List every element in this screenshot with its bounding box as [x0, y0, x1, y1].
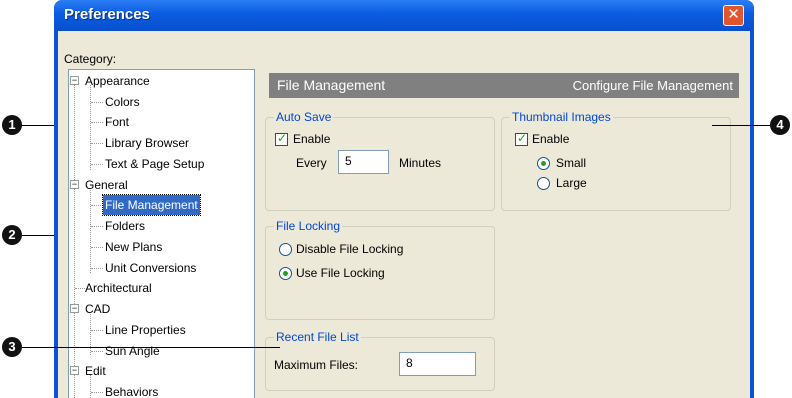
tree-connector: [91, 102, 103, 103]
tree-item-label: Folders: [105, 219, 146, 233]
panel-title: File Management: [277, 77, 386, 93]
tree-item-label: Font: [105, 115, 130, 129]
tree-item-label: Edit: [85, 364, 106, 378]
auto-save-group: Auto Save Enable Every 5 Minutes: [265, 110, 495, 211]
tree-item-font[interactable]: Font: [69, 112, 254, 132]
panel-subtitle: Configure File Management: [572, 78, 733, 93]
preferences-dialog: Preferences ✕ Category: − Appearance Col…: [54, 0, 754, 398]
use-file-locking-label: Use File Locking: [296, 266, 385, 280]
close-button[interactable]: ✕: [723, 5, 744, 26]
every-label: Every: [296, 156, 327, 170]
tree-connector: [91, 268, 103, 269]
tree-item-label: General: [85, 178, 128, 192]
maximum-files-label: Maximum Files:: [274, 358, 359, 372]
tree-connector: [91, 392, 103, 393]
tree-item-text-page-setup[interactable]: Text & Page Setup: [69, 154, 254, 174]
tree-item-label: Line Properties: [105, 323, 186, 337]
disable-file-locking-label: Disable File Locking: [296, 242, 404, 256]
tree-connector: [91, 164, 103, 165]
tree-item-architectural[interactable]: Architectural: [69, 278, 254, 298]
file-locking-legend: File Locking: [274, 219, 343, 233]
tree-connector: [91, 205, 103, 206]
auto-save-legend: Auto Save: [274, 110, 334, 124]
tree-item-label: CAD: [85, 302, 111, 316]
tree-item-unit-conversions[interactable]: Unit Conversions: [69, 258, 254, 278]
tree-item-label: Colors: [105, 95, 140, 109]
tree-item-appearance[interactable]: − Appearance: [69, 71, 254, 91]
tree-item-label: File Management: [102, 194, 201, 216]
tree-connector: [91, 330, 103, 331]
panel-header: File Management Configure File Managemen…: [269, 73, 739, 98]
callout-4-leader: [712, 125, 770, 126]
tree-connector: [91, 143, 103, 144]
recent-file-list-group: Recent File List Maximum Files: 8: [265, 330, 495, 391]
thumbnail-images-group: Thumbnail Images Enable Small Large: [501, 110, 731, 211]
disable-file-locking-radio[interactable]: [279, 243, 292, 256]
callout-3-leader: [22, 347, 280, 348]
minutes-label: Minutes: [399, 156, 442, 170]
dialog-client-area: Category: − Appearance Colors Font Libra…: [58, 31, 750, 398]
auto-save-minutes-input[interactable]: 5: [338, 150, 389, 174]
callout-2: 2: [2, 225, 22, 245]
tree-item-label: Behaviors: [105, 385, 159, 398]
maximum-files-input[interactable]: 8: [399, 352, 476, 376]
tree-item-behaviors[interactable]: Behaviors: [69, 382, 254, 398]
thumbnail-large-radio[interactable]: [537, 177, 550, 190]
thumbnail-enable-checkbox[interactable]: [515, 131, 528, 146]
title-bar[interactable]: Preferences ✕: [54, 0, 754, 31]
callout-3: 3: [2, 337, 22, 357]
tree-item-sun-angle[interactable]: Sun Angle: [69, 341, 254, 361]
tree-item-colors[interactable]: Colors: [69, 92, 254, 112]
tree-item-label: Unit Conversions: [105, 261, 197, 275]
auto-save-enable-checkbox[interactable]: [275, 131, 288, 146]
tree-item-cad[interactable]: − CAD: [69, 299, 254, 319]
tree-item-line-properties[interactable]: Line Properties: [69, 320, 254, 340]
callout-4: 4: [770, 115, 790, 135]
tree-item-label: Library Browser: [105, 136, 190, 150]
tree-connector: [91, 247, 103, 248]
tree-item-label: Text & Page Setup: [105, 157, 205, 171]
collapse-icon[interactable]: −: [70, 180, 79, 189]
collapse-icon[interactable]: −: [70, 366, 79, 375]
recent-file-list-legend: Recent File List: [274, 330, 361, 344]
tree-connector: [91, 226, 103, 227]
thumbnail-small-radio[interactable]: [537, 157, 550, 170]
category-label: Category:: [64, 52, 117, 66]
tree-item-folders[interactable]: Folders: [69, 216, 254, 236]
collapse-icon[interactable]: −: [70, 304, 79, 313]
tree-item-label: Appearance: [85, 74, 150, 88]
tree-item-library-browser[interactable]: Library Browser: [69, 133, 254, 153]
tree-item-label: Architectural: [85, 281, 152, 295]
tree-item-edit[interactable]: − Edit: [69, 361, 254, 381]
auto-save-enable-label: Enable: [293, 132, 331, 146]
tree-item-new-plans[interactable]: New Plans: [69, 237, 254, 257]
file-locking-group: File Locking Disable File Locking Use Fi…: [265, 219, 495, 320]
dialog-title: Preferences: [64, 6, 150, 23]
tree-item-label: New Plans: [105, 240, 163, 254]
category-tree[interactable]: − Appearance Colors Font Library Browser…: [68, 69, 255, 398]
thumbnail-small-label: Small: [556, 156, 587, 170]
tree-item-general[interactable]: − General: [69, 175, 254, 195]
tree-item-file-management[interactable]: File Management: [69, 194, 254, 216]
thumbnail-large-label: Large: [556, 176, 587, 190]
use-file-locking-radio[interactable]: [279, 267, 292, 280]
tree-item-label: Sun Angle: [105, 344, 160, 358]
tree-connector: [91, 122, 103, 123]
callout-1: 1: [2, 115, 22, 135]
thumbnail-enable-label: Enable: [532, 132, 570, 146]
tree-connector: [91, 351, 103, 352]
collapse-icon[interactable]: −: [70, 76, 79, 85]
thumbnail-images-legend: Thumbnail Images: [510, 110, 613, 124]
